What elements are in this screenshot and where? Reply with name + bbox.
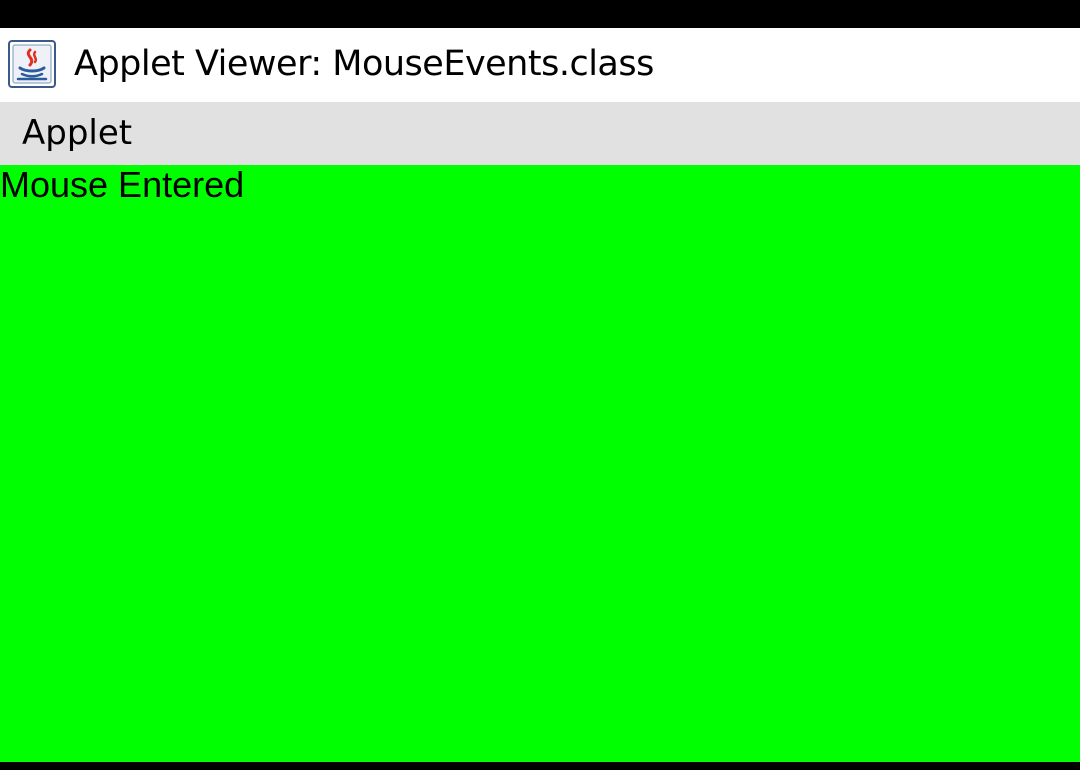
screen-border-top [0, 0, 1080, 28]
applet-viewer-window: Applet Viewer: MouseEvents.class Applet … [0, 0, 1080, 770]
screen-border-bottom [0, 762, 1080, 770]
menu-bar: Applet [0, 102, 1080, 165]
applet-canvas[interactable]: Mouse Entered [0, 165, 1080, 762]
title-bar[interactable]: Applet Viewer: MouseEvents.class [0, 28, 1080, 102]
window-title: Applet Viewer: MouseEvents.class [74, 44, 654, 84]
menu-applet[interactable]: Applet [14, 110, 140, 156]
mouse-event-message: Mouse Entered [0, 164, 245, 205]
java-icon[interactable] [8, 40, 56, 88]
